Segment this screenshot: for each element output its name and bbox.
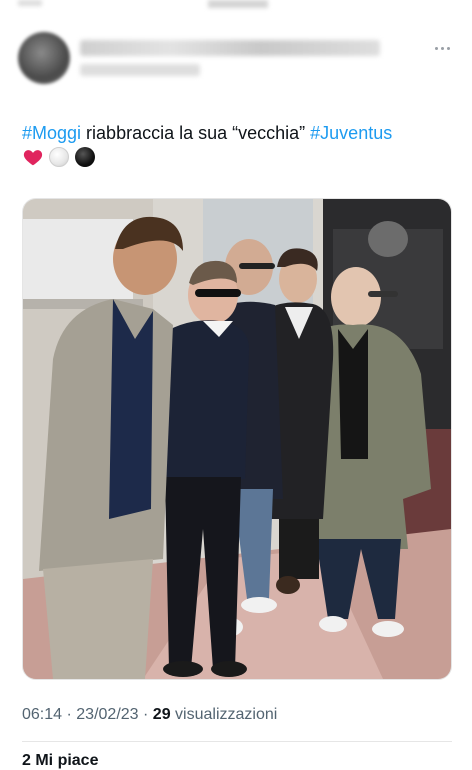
red-heart-icon — [22, 146, 44, 168]
top-cutoff — [0, 0, 472, 14]
meta-separator: · — [66, 706, 72, 723]
tweet-date[interactable]: 23/02/23 — [76, 706, 138, 723]
blurred-fragment — [18, 0, 42, 6]
tweet-body-text: riabbraccia la sua “vecchia” — [81, 123, 311, 143]
hashtag-moggi[interactable]: #Moggi — [22, 123, 81, 143]
tweet-meta: 06:14 · 23/02/23 · 29 visualizzazioni — [22, 706, 277, 724]
views-label: visualizzazioni — [175, 706, 278, 723]
blurred-fragment — [208, 0, 268, 8]
likes-partial[interactable]: 2 Mi piace — [22, 752, 98, 770]
black-circle-icon — [74, 146, 96, 168]
tweet-time[interactable]: 06:14 — [22, 706, 62, 723]
meta-separator: · — [143, 706, 149, 723]
white-circle-icon — [48, 146, 70, 168]
views-count: 29 — [152, 706, 171, 723]
tweet-text: #Moggi riabbraccia la sua “vecchia” #Juv… — [22, 120, 452, 146]
emoji-row — [22, 146, 96, 168]
blurred-handle — [80, 64, 200, 76]
more-options-icon[interactable] — [430, 40, 454, 56]
blurred-display-name[interactable] — [80, 40, 380, 56]
tweet-photo[interactable] — [22, 198, 452, 680]
avatar[interactable] — [18, 32, 70, 84]
hashtag-juventus[interactable]: #Juventus — [310, 123, 392, 143]
group-photo-illustration — [23, 199, 451, 679]
tweet-header — [18, 30, 454, 92]
divider — [22, 741, 452, 742]
